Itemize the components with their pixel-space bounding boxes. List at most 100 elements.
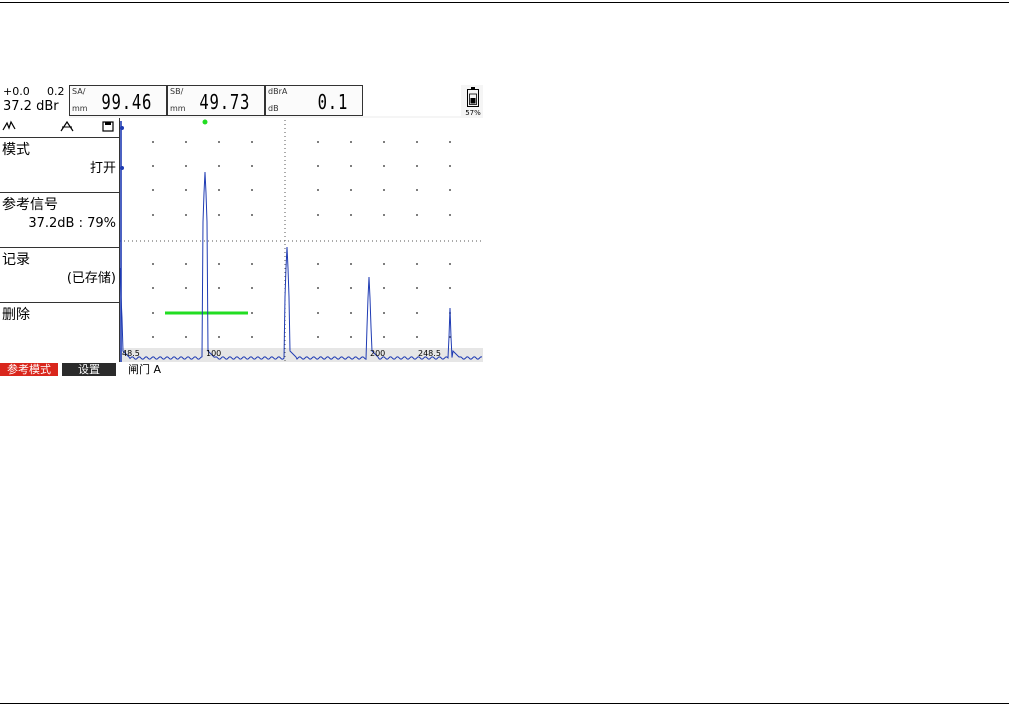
grid-dot — [251, 312, 253, 314]
grid-dot — [152, 141, 154, 143]
grid-dot — [383, 312, 385, 314]
grid-dot — [383, 214, 385, 216]
grid-dot — [185, 214, 187, 216]
mode-label: 模式 — [2, 142, 30, 158]
grid-dot — [251, 287, 253, 289]
reference-marker — [120, 166, 124, 170]
grid-dot — [416, 312, 418, 314]
dbr-value: 0.1 — [317, 90, 348, 114]
grid-dot — [185, 336, 187, 338]
menu-item-reference-signal[interactable]: 参考信号 37.2dB : 79% — [0, 193, 119, 248]
tab-gate-a[interactable]: 闸门 A — [128, 363, 188, 376]
grid-dot — [218, 214, 220, 216]
gain-readout[interactable]: +0.0 0.2 37.2 dBr — [0, 85, 69, 118]
save-icon[interactable] — [101, 119, 115, 133]
sb-value: 49.73 — [199, 90, 250, 114]
envelope-icon[interactable] — [60, 119, 74, 133]
axis-tick-end: 248.5 — [418, 349, 441, 358]
grid-dot — [350, 312, 352, 314]
page-top-rule — [0, 2, 1009, 3]
measurement-header: +0.0 0.2 37.2 dBr SA/ mm 99.46 SB/ mm 49… — [0, 85, 483, 118]
battery-icon — [467, 87, 479, 107]
grid-dot — [416, 214, 418, 216]
grid-dot — [317, 312, 319, 314]
grid-dot — [152, 336, 154, 338]
grid-dot — [449, 165, 451, 167]
grid-dot — [185, 165, 187, 167]
sb-label: SB/ — [170, 87, 184, 96]
gain-value: 37.2 dBr — [3, 99, 59, 114]
dbr-label: dBrA — [268, 87, 288, 96]
menu-item-delete[interactable]: 删除 — [0, 303, 119, 362]
empty-readout-slot — [363, 85, 461, 116]
dbr-readout[interactable]: dBrA dB 0.1 — [265, 85, 363, 116]
grid-dot — [185, 263, 187, 265]
grid-dot — [449, 287, 451, 289]
grid-dot — [218, 336, 220, 338]
record-value: (已存储) — [66, 271, 116, 286]
grid-dot — [251, 141, 253, 143]
grid-dot — [251, 263, 253, 265]
grid-dot — [449, 189, 451, 191]
grid-dot — [251, 214, 253, 216]
ascan-plot — [120, 119, 483, 362]
battery-indicator: 57% — [464, 87, 482, 117]
menu-item-record[interactable]: 记录 (已存储) — [0, 248, 119, 303]
display-mode-icons — [0, 118, 119, 138]
grid-dot — [152, 189, 154, 191]
gain-delta: +0.0 — [3, 85, 30, 98]
grid-dot — [350, 141, 352, 143]
grid-dot — [251, 336, 253, 338]
grid-dot — [185, 189, 187, 191]
grid-dot — [317, 141, 319, 143]
grid-dot — [449, 141, 451, 143]
grid-dot — [251, 189, 253, 191]
battery-percent: 57% — [465, 109, 481, 117]
grid-dot — [317, 165, 319, 167]
grid-dot — [383, 287, 385, 289]
function-menu: 模式 打开 参考信号 37.2dB : 79% 记录 (已存储) 删除 — [0, 118, 120, 362]
grid-dot — [383, 165, 385, 167]
grid-dot — [152, 263, 154, 265]
rf-signal-icon[interactable] — [2, 119, 16, 133]
tab-settings[interactable]: 设置 — [62, 363, 116, 376]
grid-dot — [185, 287, 187, 289]
grid-dot — [350, 165, 352, 167]
grid-dot — [185, 141, 187, 143]
mode-value: 打开 — [89, 161, 116, 176]
grid-dot — [416, 287, 418, 289]
grid-dot — [251, 165, 253, 167]
sa-readout[interactable]: SA/ mm 99.46 — [69, 85, 167, 116]
grid — [152, 141, 451, 338]
grid-dot — [350, 263, 352, 265]
grid-dot — [218, 263, 220, 265]
grid-dot — [383, 189, 385, 191]
sb-unit: mm — [170, 104, 186, 113]
grid-dot — [152, 287, 154, 289]
grid-dot — [416, 189, 418, 191]
axis-tick-start: 48.5 — [122, 349, 140, 358]
grid-dot — [416, 141, 418, 143]
grid-dot — [317, 336, 319, 338]
ascan-display[interactable]: 48.5 100 200 248.5 — [120, 118, 483, 363]
grid-dot — [383, 336, 385, 338]
sb-readout[interactable]: SB/ mm 49.73 — [167, 85, 265, 116]
grid-dot — [416, 336, 418, 338]
record-label: 记录 — [2, 252, 30, 268]
grid-dot — [449, 263, 451, 265]
dbr-unit: dB — [268, 104, 279, 113]
grid-dot — [317, 214, 319, 216]
flaw-detector-screen: +0.0 0.2 37.2 dBr SA/ mm 99.46 SB/ mm 49… — [0, 85, 483, 392]
grid-dot — [317, 189, 319, 191]
menu-item-mode[interactable]: 模式 打开 — [0, 138, 119, 193]
top-marker — [120, 126, 124, 130]
grid-dot — [416, 263, 418, 265]
grid-dot — [152, 312, 154, 314]
grid-dot — [152, 165, 154, 167]
grid-dot — [350, 189, 352, 191]
grid-dot — [350, 214, 352, 216]
grid-dot — [218, 141, 220, 143]
tab-reference-mode[interactable]: 参考模式 — [0, 363, 58, 376]
bottom-tabs: 参考模式 设置 闸门 A — [0, 363, 483, 378]
reference-label: 参考信号 — [2, 197, 58, 213]
